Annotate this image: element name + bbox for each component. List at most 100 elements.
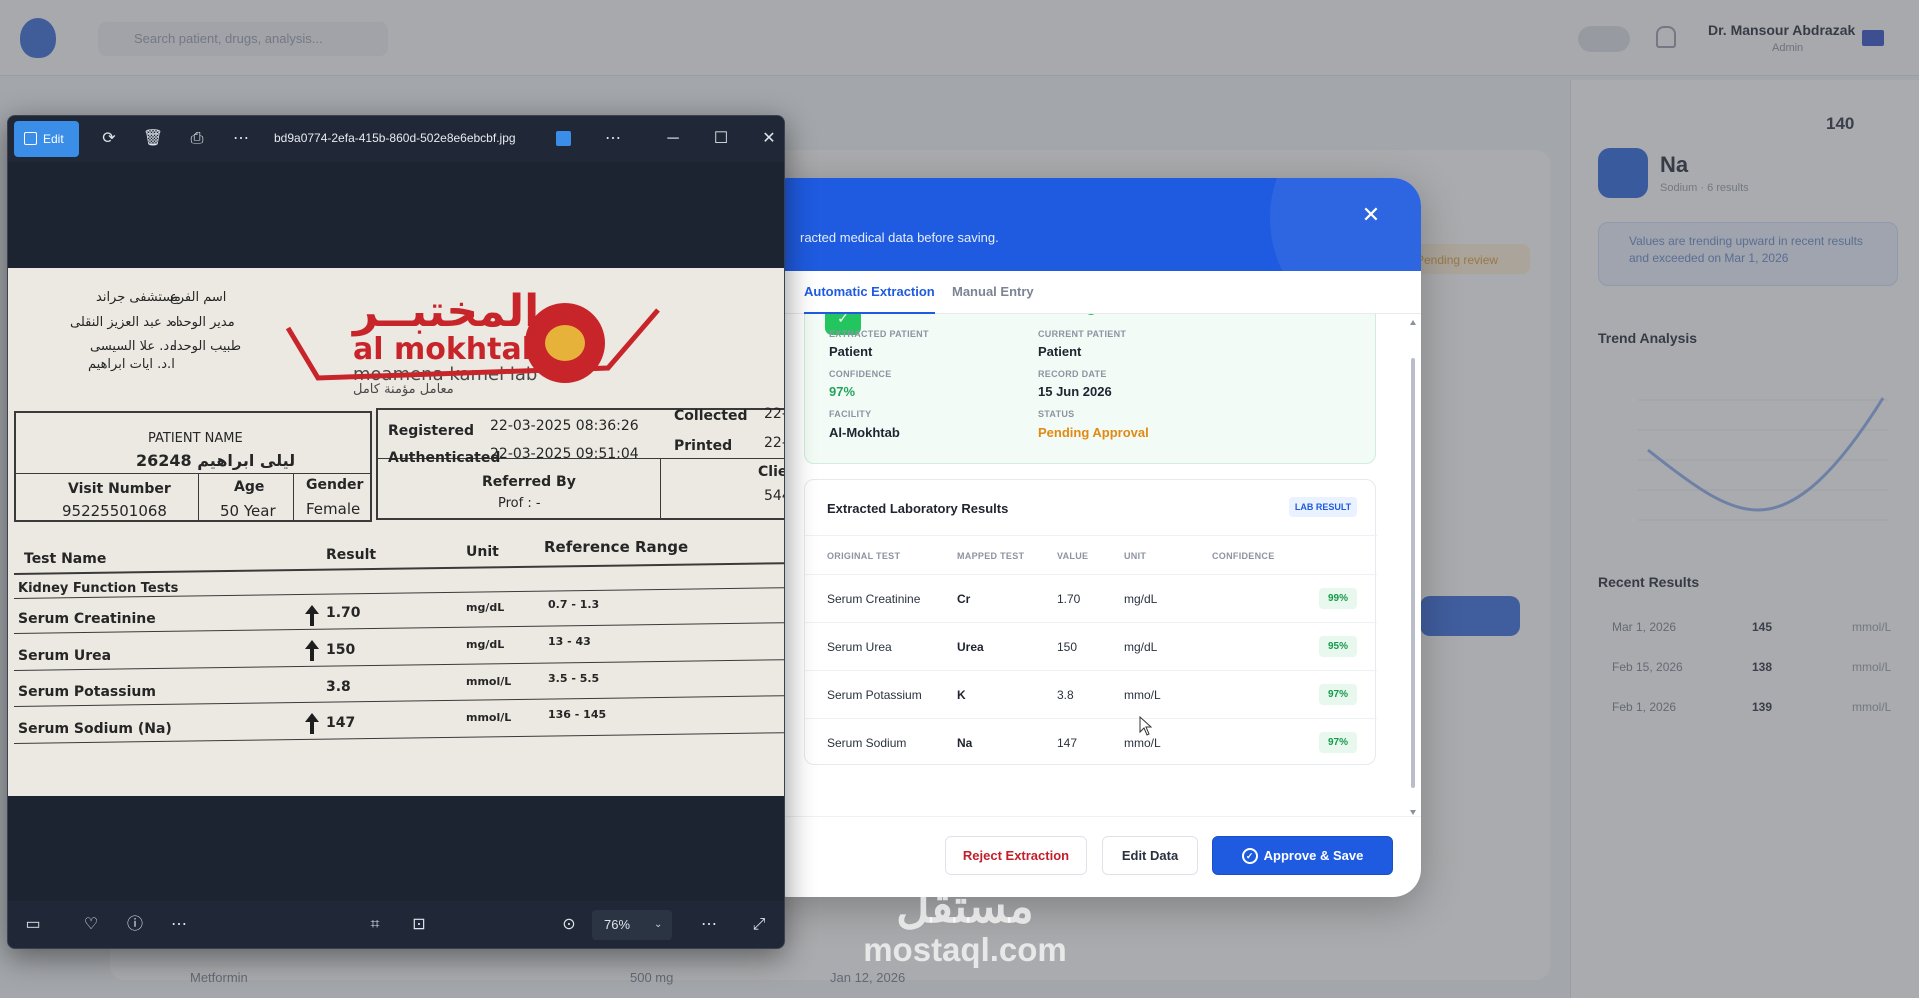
result-value: 3.8: [1057, 688, 1074, 702]
result-value: 1.70: [1057, 592, 1081, 606]
result-unit: mmo/L: [1124, 688, 1161, 702]
scrollbar-thumb[interactable]: [1411, 358, 1415, 788]
unit-director-value: ا.د عبد العزيز النقلى: [70, 315, 180, 330]
modal-scroll-area[interactable]: ✓ EXTRACTED PATIENT Patient CURRENT PATI…: [760, 314, 1421, 816]
unit-director-label: مدير الوحده: [170, 315, 235, 330]
fullscreen-icon[interactable]: ⤢: [748, 914, 770, 936]
col-value: VALUE: [1057, 551, 1089, 561]
table-row[interactable]: Serum Creatinine Cr 1.70 mg/dL 99%: [805, 575, 1377, 623]
check-circle-icon: ✓: [1241, 847, 1258, 864]
confidence-badge: 97%: [1319, 684, 1357, 705]
table-row[interactable]: Serum Potassium K 3.8 mmo/L 97%: [805, 671, 1377, 719]
result-value: 150: [1057, 640, 1078, 654]
info-icon[interactable]: ⓘ: [124, 914, 146, 936]
patient-name-label: PATIENT NAME: [148, 431, 243, 446]
zoom-select[interactable]: 76% ⌄: [592, 910, 672, 940]
section-kidney-function: Kidney Function Tests: [18, 581, 179, 596]
status-dot-icon: [1085, 314, 1097, 315]
filmstrip-icon[interactable]: ▭: [22, 914, 44, 936]
more-icon[interactable]: ⋯: [230, 128, 252, 150]
col-reference-range: Reference Range: [544, 538, 689, 556]
scroll-up-icon[interactable]: [1410, 320, 1416, 325]
mapped-test: Cr: [957, 592, 971, 606]
col-unit: Unit: [466, 544, 499, 560]
text-scan-icon[interactable]: ⊡: [408, 914, 430, 936]
edit-image-button[interactable]: Edit: [14, 121, 79, 157]
table-row[interactable]: Serum Sodium Na 147 mmo/L 97%: [805, 719, 1377, 767]
col-original-test: ORIGINAL TEST: [827, 551, 901, 561]
crop-icon[interactable]: ⌗: [364, 914, 386, 936]
rotate-icon[interactable]: ⟳: [98, 128, 120, 150]
watermark-arabic: مستقل: [896, 880, 1034, 932]
watermark-latin: mostaql.com: [863, 931, 1067, 968]
mapped-test: Na: [957, 736, 973, 750]
referred-by-value: Prof : -: [498, 496, 541, 511]
visit-number-label: Visit Number: [68, 481, 171, 497]
zoom-level: 76%: [604, 917, 631, 932]
col-confidence: CONFIDENCE: [1212, 551, 1275, 561]
edit-data-button[interactable]: Edit Data: [1102, 836, 1198, 875]
facility-label: FACILITY: [829, 409, 872, 419]
result-unit: mmo/L: [1124, 736, 1161, 750]
branch-value: مستشفى جراند: [96, 290, 181, 305]
mostaql-watermark: مستقل mostaql.com: [835, 880, 1095, 968]
original-test: Serum Creatinine: [827, 592, 921, 606]
original-test: Serum Urea: [827, 640, 892, 654]
close-window-icon[interactable]: ✕: [758, 128, 780, 150]
lab-results-title: Extracted Laboratory Results: [827, 501, 1009, 516]
scroll-down-icon[interactable]: [1410, 810, 1416, 815]
high-arrow-icon: [305, 640, 319, 649]
result-unit: mg/dL: [1124, 592, 1158, 606]
extraction-review-modal: racted medical data before saving. ✕ Aut…: [760, 178, 1421, 897]
client-value: 544: [764, 488, 784, 504]
high-arrow-icon: [305, 605, 319, 614]
facility-value: Al-Mokhtab: [829, 425, 900, 440]
registered-label: Registered: [388, 423, 475, 439]
mapped-test: K: [957, 688, 966, 702]
referred-by-label: Referred By: [482, 474, 576, 490]
chevron-down-icon: ⌄: [654, 919, 663, 930]
modal-subtitle: racted medical data before saving.: [800, 230, 999, 245]
record-date-value: 15 Jun 2026: [1038, 384, 1112, 399]
reject-extraction-button[interactable]: Reject Extraction: [945, 836, 1087, 875]
more-icon[interactable]: ⋯: [602, 128, 624, 150]
status-label: STATUS: [1038, 409, 1075, 419]
collected-date-fragment: 22-0: [764, 406, 784, 422]
print-icon[interactable]: ⎙: [186, 128, 208, 150]
confidence-badge: 99%: [1319, 588, 1357, 609]
mouse-cursor-icon: [1139, 716, 1153, 736]
status-value: Pending Approval: [1038, 425, 1149, 440]
age-label: Age: [234, 479, 265, 495]
lab-results-header: ORIGINAL TEST MAPPED TEST VALUE UNIT CON…: [805, 535, 1377, 575]
fit-icon[interactable]: ⊙: [558, 914, 580, 936]
photo-viewer-window: Edit ⟳ 🗑 ⎙ ⋯ bd9a0774-2efa-415b-860d-502…: [7, 115, 785, 949]
client-label: Clien: [758, 464, 784, 480]
photos-app-icon[interactable]: [556, 131, 571, 146]
original-test: Serum Potassium: [827, 688, 922, 702]
close-icon[interactable]: ✕: [1358, 202, 1384, 228]
table-row[interactable]: Serum Urea Urea 150 mg/dL 95%: [805, 623, 1377, 671]
extraction-tabs: Automatic Extraction Manual Entry: [760, 271, 1421, 314]
delete-icon[interactable]: 🗑: [142, 128, 164, 150]
printed-label: Printed: [674, 438, 733, 454]
tab-automatic-extraction[interactable]: Automatic Extraction: [804, 271, 935, 314]
approve-save-button[interactable]: ✓ Approve & Save: [1212, 836, 1393, 875]
logo-tray-shape: [285, 308, 660, 381]
unit-doctor-2-value: ا.د. ايات ابراهيم: [88, 357, 175, 372]
maximize-icon[interactable]: ☐: [710, 128, 732, 150]
collected-label: Collected: [674, 408, 748, 424]
extracted-patient-value: Patient: [829, 344, 873, 359]
modal-scrollbar[interactable]: [1410, 318, 1416, 818]
confidence-value: 97%: [829, 384, 856, 399]
image-filename: bd9a0774-2efa-415b-860d-502e8e6ebcbf.jpg: [274, 131, 516, 145]
minimize-icon[interactable]: ─: [662, 128, 684, 150]
extraction-summary-card: ✓ EXTRACTED PATIENT Patient CURRENT PATI…: [804, 314, 1376, 464]
edit-label: Edit: [43, 132, 64, 146]
more-icon[interactable]: ⋯: [168, 914, 190, 936]
tab-manual-entry[interactable]: Manual Entry: [952, 271, 1034, 314]
col-mapped-test: MAPPED TEST: [957, 551, 1025, 561]
favorite-icon[interactable]: ♡: [80, 914, 102, 936]
lab-results-card: Extracted Laboratory Results LAB RESULT …: [804, 479, 1377, 767]
edit-icon: [24, 131, 37, 145]
more-icon[interactable]: ⋯: [698, 914, 720, 936]
